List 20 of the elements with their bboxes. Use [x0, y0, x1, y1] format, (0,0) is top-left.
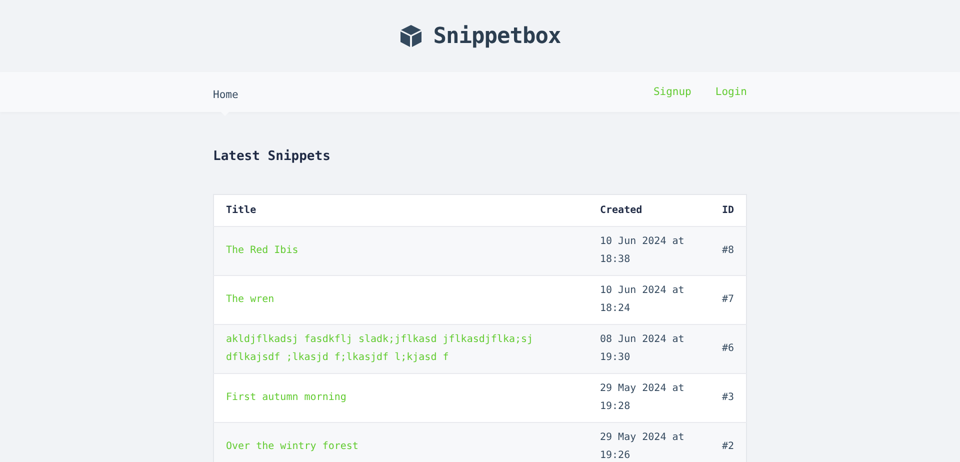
table-cell: 08 Jun 2024 at 19:30	[588, 324, 702, 374]
cube-icon	[399, 24, 424, 48]
nav-link[interactable]: Home	[213, 88, 238, 100]
page-heading: Latest Snippets	[213, 149, 332, 164]
nav-link[interactable]: Login	[715, 86, 747, 98]
snippet-link[interactable]: Over the wintry forest	[226, 438, 358, 456]
snippet-link[interactable]: The wren	[226, 291, 274, 309]
snippet-link[interactable]: The Red Ibis	[226, 242, 298, 260]
snippet-link[interactable]: akldjflkadsj fasdkflj sladk;jflkasd jflkasdjflka;sj dflkajsdf ;lkasjd f;lkasjdf l;kjasd f	[226, 331, 576, 367]
column-header: Title	[214, 194, 588, 226]
snippet-link[interactable]: First autumn morning	[226, 389, 346, 407]
column-header: ID	[702, 194, 746, 226]
table-cell: 10 Jun 2024 at 18:38	[588, 226, 702, 276]
column-header: Created	[588, 194, 702, 226]
table-cell: 29 May 2024 at 19:26	[588, 422, 702, 462]
nav-link[interactable]: Signup	[653, 86, 692, 98]
table-cell: #6	[702, 324, 746, 374]
table-cell: #2	[702, 422, 746, 462]
table-cell: #8	[702, 226, 746, 276]
site-title: Snippetbox	[433, 24, 561, 48]
